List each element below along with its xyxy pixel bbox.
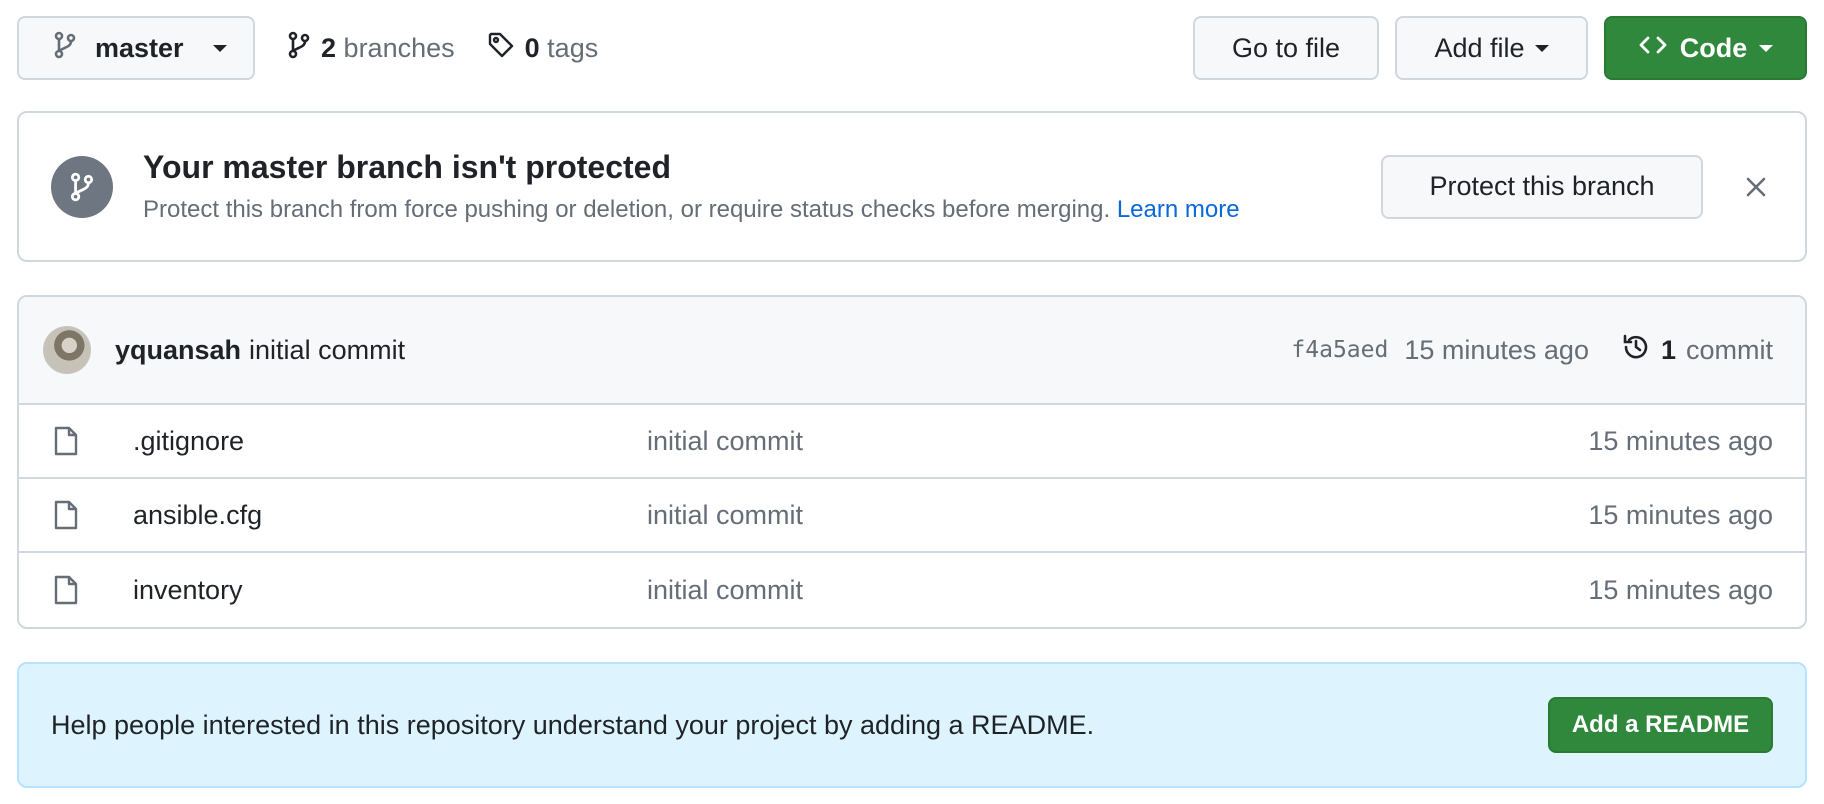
file-name[interactable]: .gitignore: [133, 426, 647, 457]
file-icon: [53, 574, 85, 606]
commit-message[interactable]: initial commit: [249, 335, 405, 366]
file-commit-message[interactable]: initial commit: [647, 575, 1588, 606]
readme-banner-text: Help people interested in this repositor…: [51, 709, 1095, 740]
history-icon: [1621, 332, 1651, 369]
banner-text: Your master branch isn't protected Prote…: [143, 149, 1381, 224]
protect-branch-button[interactable]: Protect this branch: [1381, 154, 1703, 219]
tags-link[interactable]: 0 tags: [487, 31, 599, 66]
table-row: inventory initial commit 15 minutes ago: [19, 553, 1805, 627]
banner-description: Protect this branch from force pushing o…: [143, 196, 1381, 224]
commit-time: 15 minutes ago: [1404, 334, 1589, 365]
git-branch-icon: [287, 31, 311, 66]
file-commit-message[interactable]: initial commit: [647, 426, 1588, 457]
latest-commit-row: yquansah initial commit f4a5aed 15 minut…: [19, 297, 1805, 405]
file-time: 15 minutes ago: [1588, 574, 1773, 605]
readme-banner: Help people interested in this repositor…: [17, 662, 1807, 788]
banner-title: Your master branch isn't protected: [143, 149, 672, 185]
branches-link[interactable]: 2 branches: [287, 31, 455, 66]
branch-name: master: [95, 32, 184, 63]
commit-author[interactable]: yquansah: [115, 335, 241, 366]
learn-more-link[interactable]: Learn more: [1117, 196, 1240, 223]
add-file-button[interactable]: Add file: [1395, 16, 1588, 80]
branches-label: branches: [343, 32, 455, 63]
repo-overview: master 2 branches 0 tags Go to file Add …: [0, 0, 1824, 804]
commit-history-link[interactable]: 1 commit: [1621, 332, 1773, 369]
file-name[interactable]: ansible.cfg: [133, 500, 647, 531]
file-name[interactable]: inventory: [133, 575, 647, 606]
table-row: .gitignore initial commit 15 minutes ago: [19, 405, 1805, 479]
table-row: ansible.cfg initial commit 15 minutes ag…: [19, 479, 1805, 553]
tags-count: 0: [524, 32, 540, 63]
file-commit-message[interactable]: initial commit: [647, 500, 1588, 531]
go-to-file-button[interactable]: Go to file: [1193, 16, 1379, 80]
code-button[interactable]: Code: [1604, 16, 1807, 80]
branch-select-button[interactable]: master: [17, 16, 255, 80]
banner-description-text: Protect this branch from force pushing o…: [143, 196, 1111, 223]
add-readme-button[interactable]: Add a README: [1548, 697, 1773, 753]
file-time: 15 minutes ago: [1588, 499, 1773, 530]
file-icon: [53, 425, 85, 457]
repo-toolbar: master 2 branches 0 tags Go to file Add …: [17, 16, 1807, 80]
commit-count-label: commit: [1686, 334, 1773, 365]
chevron-down-icon: [213, 44, 227, 52]
chevron-down-icon: [1759, 44, 1774, 52]
file-time: 15 minutes ago: [1588, 425, 1773, 456]
git-branch-icon: [53, 31, 77, 66]
commit-sha[interactable]: f4a5aed: [1291, 337, 1388, 363]
avatar[interactable]: [43, 326, 91, 374]
tags-label: tags: [547, 32, 599, 63]
add-file-label: Add file: [1434, 32, 1525, 63]
file-list: yquansah initial commit f4a5aed 15 minut…: [17, 295, 1807, 629]
branch-protection-banner: Your master branch isn't protected Prote…: [17, 111, 1807, 262]
commit-count: 1: [1660, 334, 1676, 365]
code-label: Code: [1679, 32, 1748, 63]
close-icon[interactable]: [1741, 172, 1771, 202]
branches-count: 2: [321, 32, 337, 63]
code-icon: [1638, 33, 1668, 64]
tag-icon: [487, 31, 515, 66]
git-branch-icon: [51, 155, 113, 218]
chevron-down-icon: [1534, 44, 1549, 52]
file-icon: [53, 499, 85, 531]
